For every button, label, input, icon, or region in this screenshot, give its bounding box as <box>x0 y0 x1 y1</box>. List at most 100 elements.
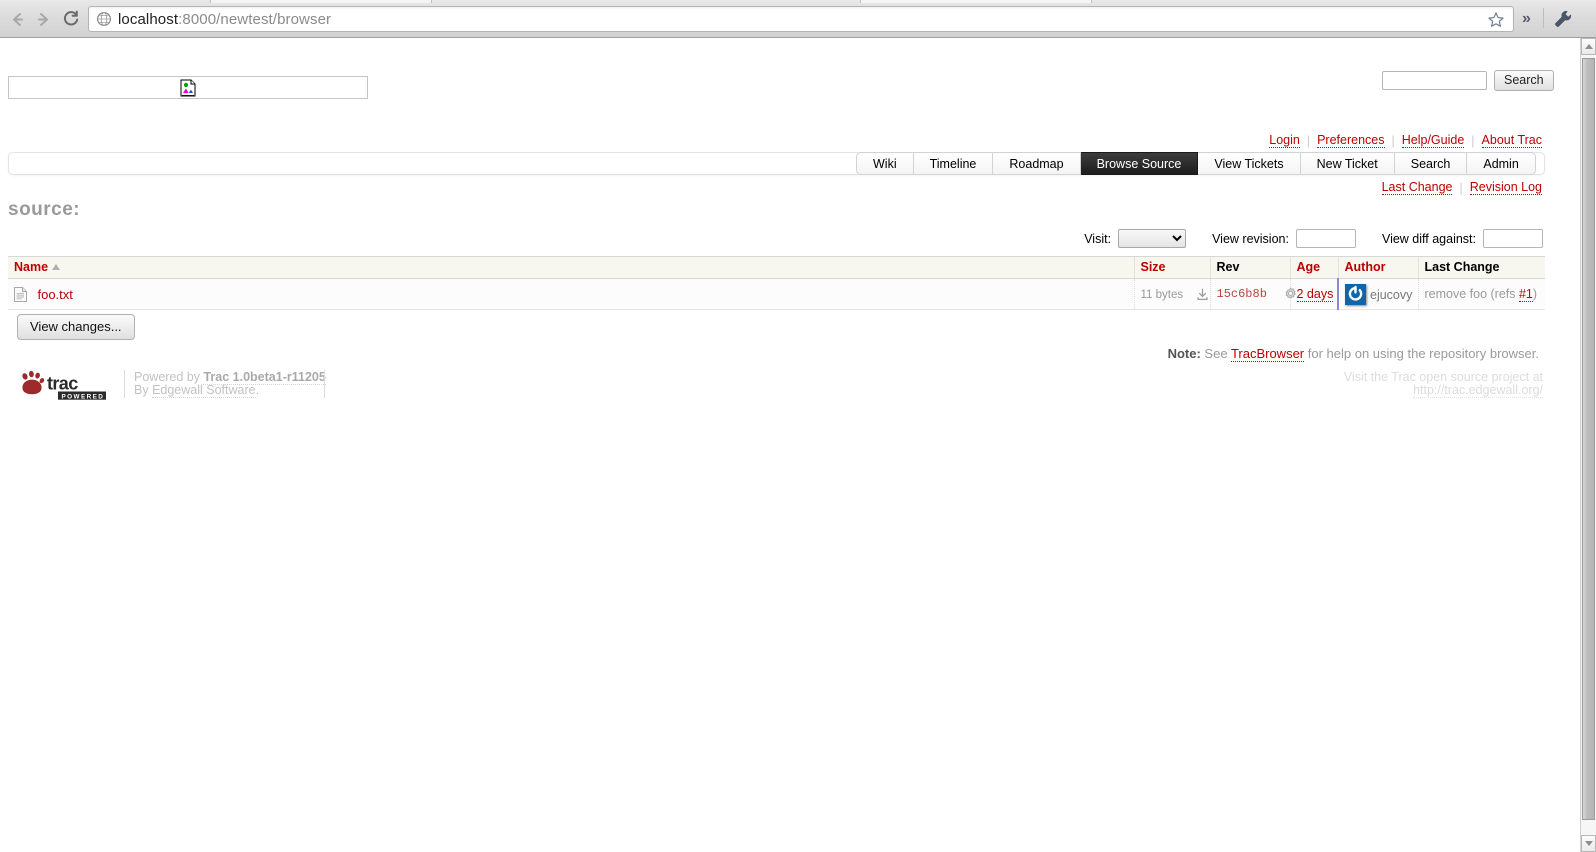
browser-tab-stub-1[interactable] <box>210 0 432 3</box>
sort-by-author-link[interactable]: Author <box>1345 260 1386 274</box>
ticket-link[interactable]: #1 <box>1518 287 1533 302</box>
metanav-item-login[interactable]: Login <box>1269 133 1300 148</box>
metanav-item-about-trac[interactable]: About Trac <box>1481 133 1542 148</box>
file-link-foo-txt[interactable]: foo.txt <box>37 287 72 302</box>
vertical-scrollbar[interactable] <box>1580 38 1596 852</box>
visit-select[interactable] <box>1118 229 1187 248</box>
forward-button[interactable] <box>30 7 56 31</box>
metanav-item-help-guide[interactable]: Help/Guide <box>1401 133 1465 148</box>
tab-roadmap[interactable]: Roadmap <box>993 152 1081 175</box>
search-input[interactable] <box>1382 71 1487 90</box>
edgewall-link[interactable]: Edgewall Software <box>152 383 256 398</box>
browser-tab-stub-2[interactable] <box>860 0 1092 3</box>
table-row: foo.txt 11 bytes 15c6b8b 2 days ejucovy … <box>8 278 1545 310</box>
file-size-text: 11 bytes <box>1140 288 1184 301</box>
tab-browse-source[interactable]: Browse Source <box>1080 152 1199 175</box>
page-title: source: <box>8 199 81 220</box>
text-file-icon <box>14 286 27 302</box>
url-text: localhost:8000/newtest/browser <box>118 11 331 28</box>
revision-link[interactable]: 15c6b8b <box>1217 287 1267 301</box>
scroll-up-button[interactable] <box>1581 38 1596 55</box>
chrome-overflow-button[interactable]: » <box>1522 10 1531 28</box>
back-button[interactable] <box>4 7 30 31</box>
trac-page: Search Login | Preferences | Help/Guide … <box>0 38 1579 852</box>
tracbrowser-link[interactable]: TracBrowser <box>1230 346 1305 362</box>
scroll-down-button[interactable] <box>1581 835 1596 852</box>
ctxnav-item-revision-log[interactable]: Revision Log <box>1469 180 1542 195</box>
arrow-left-icon <box>12 12 23 26</box>
by-prefix: By <box>134 383 153 397</box>
url-host: localhost <box>118 10 179 28</box>
tab-wiki[interactable]: Wiki <box>856 152 914 175</box>
view-diff-group: View diff against: <box>1382 229 1543 248</box>
tab-timeline[interactable]: Timeline <box>913 152 994 175</box>
trac-paw-icon <box>22 370 45 395</box>
directory-listing-table: Name Size Rev Age Author Last Change foo… <box>8 256 1545 310</box>
reload-button[interactable] <box>58 7 84 31</box>
tab-new-ticket[interactable]: New Ticket <box>1300 152 1395 175</box>
ctxnav-item-last-change[interactable]: Last Change <box>1381 180 1453 195</box>
metanav-separator: | <box>1471 133 1475 148</box>
note-text-after: for help on using the repository browser… <box>1304 346 1539 361</box>
download-icon[interactable] <box>1196 288 1209 301</box>
scroll-up-arrow-icon <box>1584 44 1593 49</box>
column-header-age[interactable]: Age <box>1289 256 1338 279</box>
metanav-separator: | <box>1391 133 1395 148</box>
metanav-separator: | <box>1306 133 1311 148</box>
metanav: Login | Preferences | Help/Guide | About… <box>1269 133 1542 148</box>
cell-rev: 15c6b8b <box>1209 278 1296 310</box>
tab-search[interactable]: Search <box>1394 152 1468 175</box>
visit-label: Visit: <box>1084 231 1112 246</box>
view-revision-label: View revision: <box>1212 231 1289 246</box>
view-diff-input[interactable] <box>1483 229 1543 248</box>
mainnav-tabs: Wiki Timeline Roadmap Browse Source View… <box>856 152 1536 175</box>
trac-edgewall-link[interactable]: http://trac.edgewall.org/ <box>1413 383 1543 398</box>
footer-credit: Powered by Trac 1.0beta1-r11205 By Edgew… <box>134 370 326 398</box>
search-button[interactable]: Search <box>1494 70 1554 91</box>
view-diff-label: View diff against: <box>1381 231 1476 246</box>
by-suffix: . <box>255 383 260 397</box>
tab-admin[interactable]: Admin <box>1467 152 1536 175</box>
address-bar[interactable]: localhost:8000/newtest/browser <box>88 6 1514 32</box>
cell-size: 11 bytes <box>1133 278 1210 310</box>
column-header-rev: Rev <box>1209 256 1290 279</box>
powered-by-prefix: Powered by <box>134 370 204 384</box>
view-revision-input[interactable] <box>1295 229 1356 248</box>
bookmark-star-icon[interactable] <box>1487 11 1505 29</box>
visit-group: Visit: <box>1084 229 1187 248</box>
trac-powered-logo[interactable]: trac POWERED <box>18 370 114 400</box>
wrench-icon[interactable] <box>1552 8 1574 30</box>
chrome-toolbar-divider <box>1543 8 1544 28</box>
cell-age: 2 days <box>1289 278 1338 310</box>
metanav-item-preferences[interactable]: Preferences <box>1317 133 1385 148</box>
sort-by-age-link[interactable]: Age <box>1297 260 1321 274</box>
ctxnav: Last Change | Revision Log <box>1381 180 1542 195</box>
footer-visit-trac: Visit the Trac open source project at ht… <box>1344 371 1543 398</box>
note-prefix: Note: <box>1167 346 1201 361</box>
cell-last-change: remove foo (refs #1) <box>1417 278 1545 310</box>
sort-by-size-link[interactable]: Size <box>1141 260 1166 274</box>
revision-controls: Visit: View revision: View diff against: <box>1084 229 1543 248</box>
cell-name: foo.txt <box>8 278 1134 310</box>
svg-text:trac: trac <box>47 374 78 394</box>
age-link[interactable]: 2 days <box>1296 287 1334 302</box>
column-header-size[interactable]: Size <box>1133 256 1210 279</box>
scrollbar-thumb[interactable] <box>1582 58 1595 820</box>
footer-divider-1 <box>124 370 125 398</box>
change-message-prefix: remove foo (refs <box>1424 287 1519 301</box>
sort-by-name-link[interactable]: Name <box>14 260 48 274</box>
cog-icon[interactable] <box>1284 287 1297 300</box>
view-changes-button[interactable]: View changes... <box>17 314 135 340</box>
reload-icon <box>63 10 79 26</box>
scroll-down-arrow-icon <box>1584 841 1593 846</box>
visit-trac-line-2: http://trac.edgewall.org/ <box>1344 383 1543 398</box>
column-header-name[interactable]: Name <box>8 256 1134 279</box>
url-path: :8000/newtest/browser <box>178 10 332 28</box>
author-name: ejucovy <box>1370 287 1413 302</box>
site-logo[interactable] <box>8 76 368 99</box>
column-header-author[interactable]: Author <box>1337 256 1418 279</box>
table-header-row: Name Size Rev Age Author Last Change <box>8 256 1545 279</box>
tab-view-tickets[interactable]: View Tickets <box>1198 152 1301 175</box>
broken-image-icon <box>180 79 196 96</box>
site-search-form: Search <box>1382 70 1554 91</box>
